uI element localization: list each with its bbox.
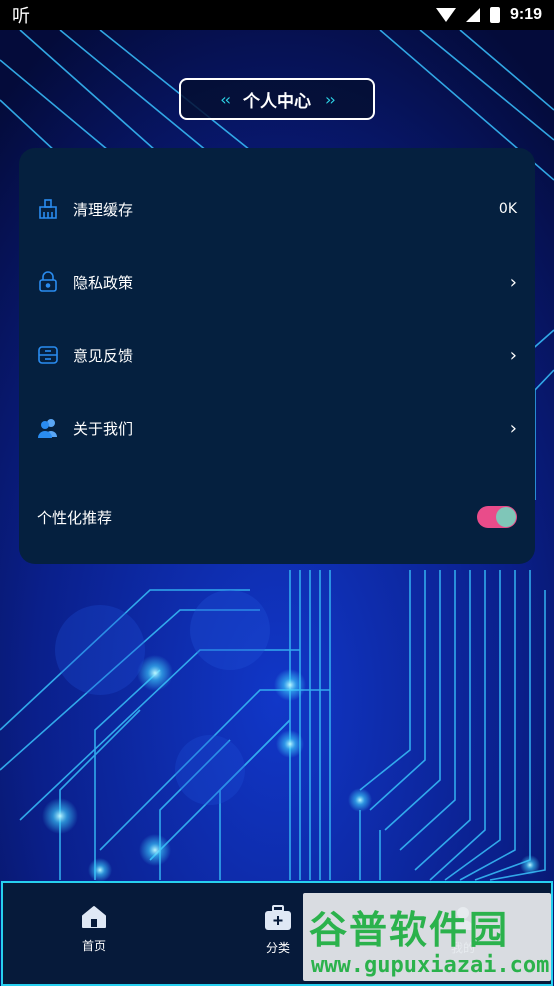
watermark-title: 谷普软件园 xyxy=(309,908,510,952)
status-app-label: 听 xyxy=(12,6,30,27)
chevron-right-icon: › xyxy=(509,271,517,293)
home-icon xyxy=(82,906,106,928)
page-header: ‹‹ 个人中心 ›› xyxy=(179,78,375,120)
cache-size-value: 0K xyxy=(498,201,517,217)
status-bar: 听 9:19 xyxy=(0,0,554,30)
menu-item-label: 清理缓存 xyxy=(73,200,134,219)
nav-home-label: 首页 xyxy=(81,939,106,953)
menu-item-label: 隐私政策 xyxy=(73,273,134,292)
inbox-icon xyxy=(37,344,59,366)
chevron-right-icon: › xyxy=(509,417,517,439)
menu-item-about-us[interactable]: 关于我们 › xyxy=(19,403,535,453)
personalized-recommendation-row: 个性化推荐 xyxy=(19,492,535,542)
toggle-knob xyxy=(496,507,516,527)
toolbox-icon xyxy=(265,905,291,930)
page-title: 个人中心 xyxy=(243,91,311,112)
status-time: 9:19 xyxy=(509,6,542,23)
menu-item-label: 意见反馈 xyxy=(73,346,134,365)
menu-item-privacy-policy[interactable]: 隐私政策 › xyxy=(19,257,535,307)
battery-icon xyxy=(489,7,500,23)
menu-item-feedback[interactable]: 意见反馈 › xyxy=(19,330,535,380)
users-icon xyxy=(37,417,59,439)
wifi-icon xyxy=(435,8,456,22)
settings-card: 清理缓存 0K 隐私政策 › 意见反馈 › 关于我们 › 个性化推荐 xyxy=(19,148,535,564)
menu-item-clear-cache[interactable]: 清理缓存 0K xyxy=(19,184,535,234)
watermark-url: www.gupuxiazai.com xyxy=(311,953,550,978)
watermark-logo: 谷普软件园 www.gupuxiazai.com xyxy=(303,893,551,981)
chevrons-right-icon: ›› xyxy=(325,89,336,109)
chevron-right-icon: › xyxy=(509,344,517,366)
personalized-label: 个性化推荐 xyxy=(37,508,113,527)
personalized-toggle[interactable] xyxy=(477,506,517,528)
nav-category-label: 分类 xyxy=(265,941,290,955)
nav-home[interactable]: 首页 xyxy=(54,905,134,954)
signal-icon xyxy=(465,8,480,22)
chevrons-left-icon: ‹‹ xyxy=(220,89,231,109)
lock-icon xyxy=(37,271,59,293)
broom-icon xyxy=(37,198,59,220)
menu-item-label: 关于我们 xyxy=(73,419,134,438)
status-icons: 9:19 xyxy=(435,6,542,24)
